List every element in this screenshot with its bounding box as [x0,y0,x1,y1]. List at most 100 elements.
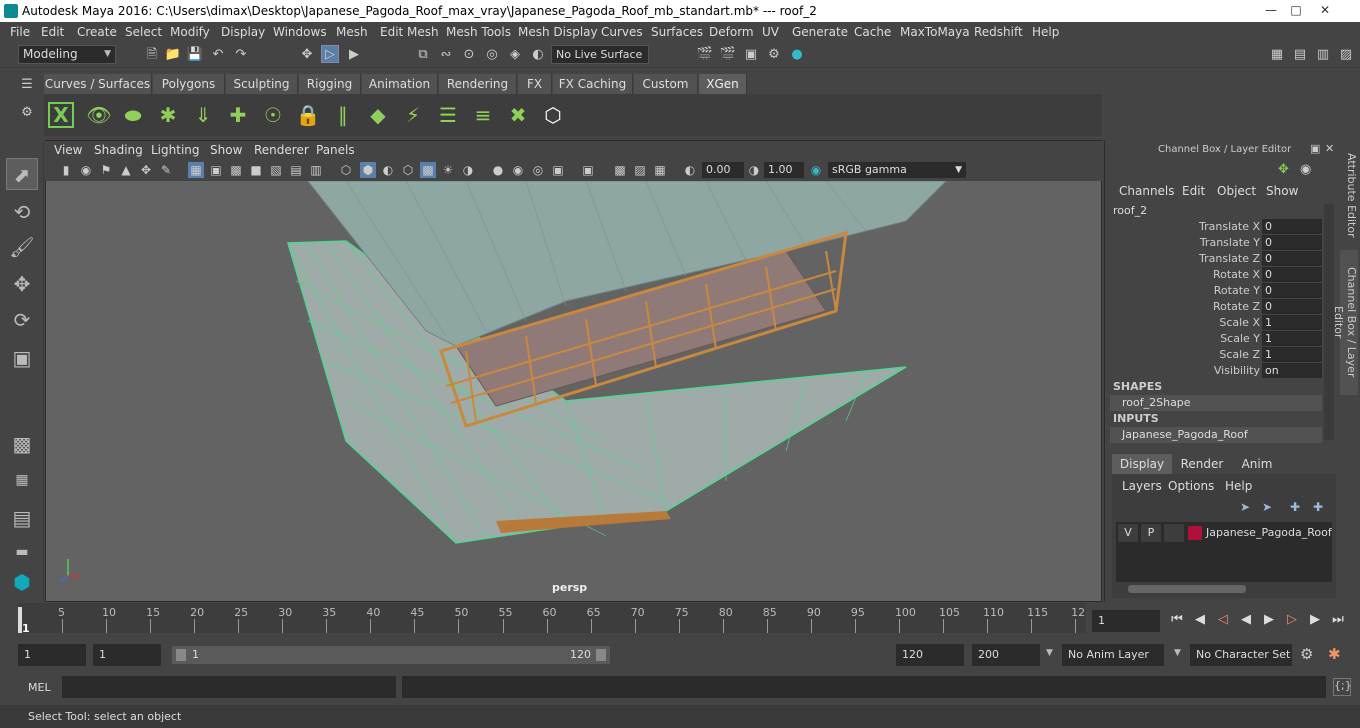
layer-color-swatch[interactable] [1188,526,1202,540]
exposure-icon[interactable]: ◐ [682,162,698,178]
go-end-icon[interactable]: ⏭ [1329,611,1347,629]
channel-value[interactable]: 0 [1262,251,1322,266]
render-current-icon[interactable]: 🎬 [719,46,737,64]
cb-menu-show[interactable]: Show [1266,184,1298,198]
lasso-tool-icon[interactable]: ⟲ [6,196,38,228]
scene-start-field[interactable]: 1 [18,644,86,666]
xgen-add-guide-icon[interactable]: ✚ [223,100,253,130]
range-slider[interactable]: 1 120 [172,646,610,664]
select-tool-icon[interactable]: ⬈ [6,158,38,190]
xray-joints-icon[interactable]: ▨ [632,162,648,178]
depth-of-field-icon[interactable]: ▣ [550,162,566,178]
layout-toggle-icon[interactable]: ▬ [6,536,38,568]
menu-display[interactable]: Display [221,22,265,42]
menu-edit-mesh[interactable]: Edit Mesh [380,22,439,42]
step-forward-key-icon[interactable]: ▷ [1283,611,1301,629]
gamma-field[interactable]: 1.00 [764,162,804,178]
xgen-place-icon[interactable]: ⇓ [188,100,218,130]
current-frame-field[interactable]: 1 [1092,610,1160,632]
default-material-icon[interactable]: ◐ [380,162,396,178]
tab-polygons[interactable]: Polygons [153,74,225,94]
tab-fx[interactable]: FX [518,74,552,94]
menu-redshift[interactable]: Redshift [974,22,1023,42]
menu-uv[interactable]: UV [762,22,779,42]
channel-translate-y[interactable]: Translate Y0 [1112,235,1322,251]
select-object-icon[interactable]: ▷ [321,45,339,63]
menu-generate[interactable]: Generate [792,22,848,42]
isolate-select-icon[interactable]: ▣ [580,162,596,178]
channel-value[interactable]: on [1262,363,1322,378]
shadows-icon[interactable]: ◑ [460,162,476,178]
play-forward-icon[interactable]: ▶ [1260,611,1278,629]
layer-up-icon[interactable]: ➤ [1240,500,1250,514]
select-component-icon[interactable]: ▶ [345,46,363,64]
rotate-tool-icon[interactable]: ⟳ [6,304,38,336]
channel-value[interactable]: 0 [1262,267,1322,282]
safe-action-icon[interactable]: ▤ [288,162,304,178]
menu-modify[interactable]: Modify [170,22,210,42]
playback-end-field[interactable]: 120 [896,644,964,666]
undo-icon[interactable]: ↶ [209,46,227,64]
mode-selector[interactable]: Modeling ▼ [18,45,116,64]
cb-menu-object[interactable]: Object [1217,184,1256,198]
float-panel-icon[interactable]: ▣ [1310,142,1320,155]
grease-pencil-icon[interactable]: ✎ [158,162,174,178]
close-panel-icon[interactable]: ✕ [1325,142,1334,155]
snap-point-icon[interactable]: ⊙ [460,46,478,64]
menu-curves[interactable]: Curves [601,22,643,42]
mel-label[interactable]: MEL [28,681,51,694]
exposure-field[interactable]: 0.00 [702,162,744,178]
layer-down-icon[interactable]: ➤ [1262,500,1272,514]
channel-value[interactable]: 1 [1262,331,1322,346]
channel-rotate-z[interactable]: Rotate Z0 [1112,299,1322,315]
chevron-down-icon[interactable]: ▼ [1046,648,1053,658]
cb-menu-edit[interactable]: Edit [1182,184,1205,198]
menu-create[interactable]: Create [77,22,117,42]
safe-title-icon[interactable]: ▥ [308,162,324,178]
tab-fx-caching[interactable]: FX Caching [553,74,633,94]
playhead[interactable] [18,607,22,633]
layer-playback-toggle[interactable]: P [1141,524,1161,542]
2d-pan-icon[interactable]: ✥ [138,162,154,178]
grid-icon[interactable]: ▦ [188,162,204,178]
xgen-guides-icon[interactable]: ∥ [328,100,358,130]
lights-icon[interactable]: ☀ [440,162,456,178]
viewport-panel[interactable] [45,140,1102,602]
chevron-down-icon[interactable]: ▼ [1174,648,1181,658]
layer-type-toggle[interactable] [1164,524,1184,542]
select-hierarchy-icon[interactable]: ✥ [298,46,316,64]
layer-menu-options[interactable]: Options [1168,479,1214,493]
range-handle-left[interactable] [176,649,186,661]
maximize-icon[interactable]: □ [1287,2,1305,18]
anim-layer-select[interactable]: No Anim Layer [1062,644,1164,666]
tab-animation[interactable]: Animation [362,74,438,94]
xgen-lock-icon[interactable]: 🔒 [293,100,323,130]
open-scene-icon[interactable]: 📁 [164,46,182,64]
scene-end-field[interactable]: 200 [972,644,1040,666]
channel-scale-y[interactable]: Scale Y1 [1112,331,1322,347]
tab-curves-surfaces[interactable]: Curves / Surfaces [44,74,152,94]
make-live-icon[interactable]: ◐ [529,46,547,64]
tab-custom[interactable]: Custom [634,74,698,94]
play-back-icon[interactable]: ◀ [1237,611,1255,629]
vp-menu-show[interactable]: Show [210,143,242,157]
tab-display-layers[interactable]: Display [1112,454,1172,474]
channel-scale-z[interactable]: Scale Z1 [1112,347,1322,363]
playback-start-field[interactable]: 1 [93,644,161,666]
menu-mesh-tools[interactable]: Mesh Tools [446,22,511,42]
motion-blur-icon[interactable]: ◉ [510,162,526,178]
camera-select-icon[interactable]: ▮ [58,162,74,178]
xgen-editor-icon[interactable]: X [48,102,74,128]
script-editor-icon[interactable]: {;} [1333,678,1352,696]
redo-icon[interactable]: ↷ [232,46,250,64]
shape-node[interactable]: roof_2Shape [1110,395,1322,411]
tab-rigging[interactable]: Rigging [299,74,361,94]
range-handle-right[interactable] [596,649,606,661]
layout-quad-icon[interactable]: ▦ [6,464,38,496]
vp-menu-panels[interactable]: Panels [316,143,355,157]
new-layer-icon[interactable]: ✚ [1290,500,1300,514]
menu-deform[interactable]: Deform [709,22,754,42]
layer-list-scrollbar[interactable] [1128,585,1246,593]
smooth-shade-icon[interactable]: ⬢ [360,162,376,178]
gamma-icon[interactable]: ◑ [746,162,762,178]
